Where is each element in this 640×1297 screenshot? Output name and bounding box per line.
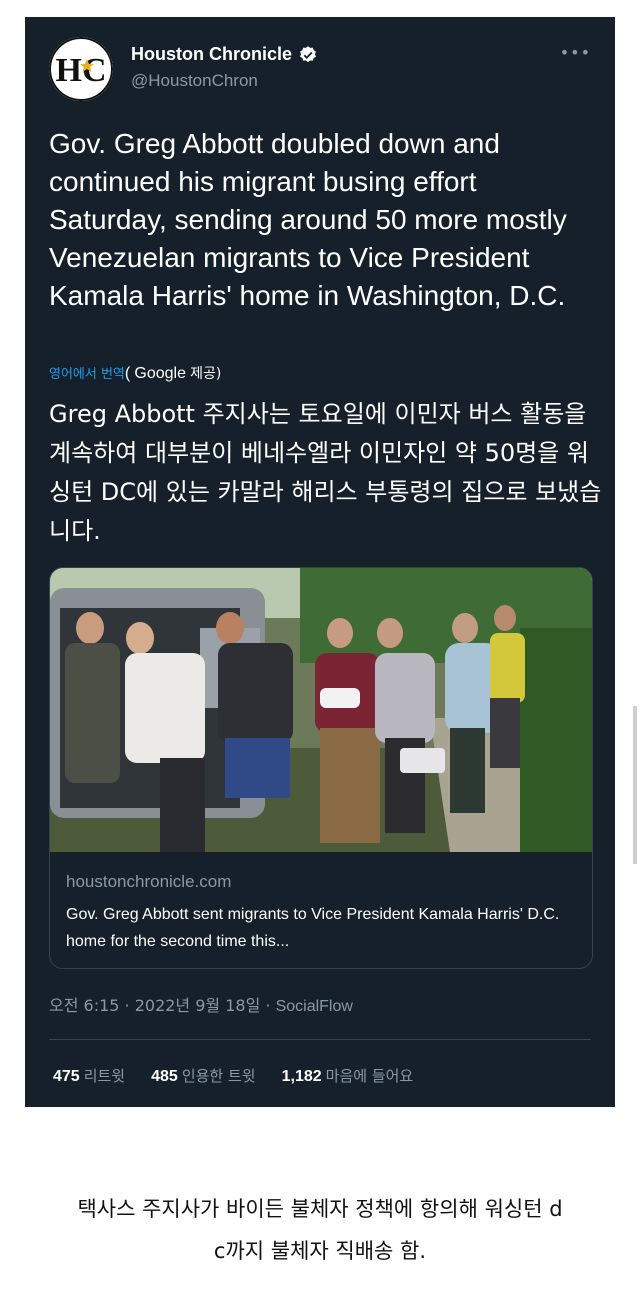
card-domain[interactable]: houstonchronicle.com: [66, 872, 231, 892]
news-photo[interactable]: [50, 568, 592, 852]
engagement-stats: 475 리트윗 485 인용한 트윗 1,182 마음에 들어요: [53, 1065, 413, 1086]
more-horizontal-icon[interactable]: •••: [560, 43, 591, 62]
tweet-card[interactable]: HC Houston Chronicle @HoustonChron ••• G…: [25, 17, 615, 1107]
likes-stat[interactable]: 1,182 마음에 들어요: [282, 1065, 414, 1086]
translated-text: Greg Abbott 주지사는 토요일에 이민자 버스 활동을 계속하여 대부…: [49, 400, 602, 545]
caption-line-1: 택사스 주지사가 바이든 불체자 정책에 항의해 워싱턴 d: [77, 1197, 563, 1221]
translation-attribution[interactable]: 영어에서 번역( Google 제공): [49, 363, 221, 383]
quotes-stat[interactable]: 485 인용한 트윗: [151, 1065, 255, 1086]
caption-line-2: c까지 불체자 직배송 함.: [213, 1239, 427, 1263]
link-preview-card[interactable]: houstonchronicle.com Gov. Greg Abbott se…: [49, 567, 593, 969]
avatar[interactable]: HC: [49, 37, 113, 101]
user-handle[interactable]: @HoustonChron: [131, 71, 258, 91]
tweet-source[interactable]: SocialFlow: [276, 998, 353, 1015]
translated-from-label[interactable]: 영어에서 번역: [49, 367, 125, 382]
scrollbar[interactable]: [633, 706, 637, 864]
tweet-text: Gov. Greg Abbott doubled down and contin…: [49, 128, 567, 311]
divider: [49, 1039, 591, 1040]
verified-badge-icon: [300, 45, 316, 62]
display-name[interactable]: Houston Chronicle: [131, 44, 292, 65]
tweet-timestamp[interactable]: 오전 6:15 · 2022년 9월 18일 · SocialFlow: [49, 992, 353, 1016]
post-caption: 택사스 주지사가 바이든 불체자 정책에 항의해 워싱턴 d c까지 불체자 직…: [20, 1188, 620, 1272]
avatar-logo: HC: [56, 52, 107, 89]
time-date[interactable]: 오전 6:15 · 2022년 9월 18일 ·: [49, 996, 276, 1015]
card-title[interactable]: Gov. Greg Abbott sent migrants to Vice P…: [66, 901, 581, 955]
retweets-stat[interactable]: 475 리트윗: [53, 1065, 125, 1086]
google-label: Google: [134, 365, 186, 382]
